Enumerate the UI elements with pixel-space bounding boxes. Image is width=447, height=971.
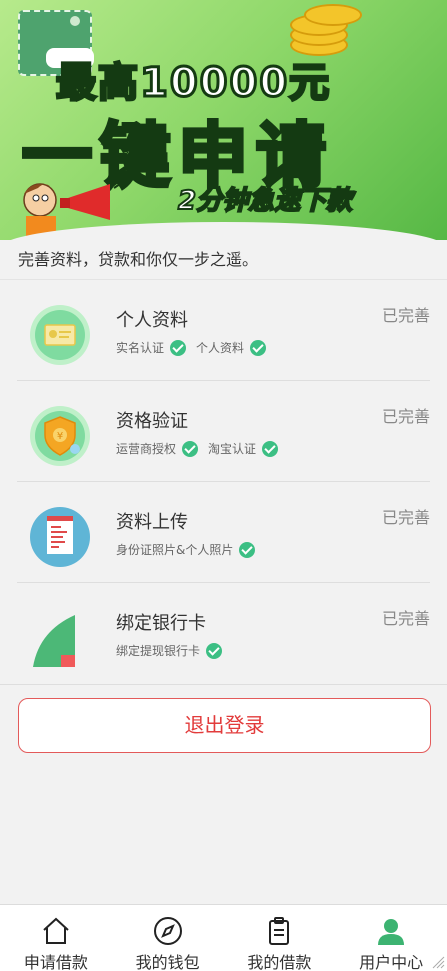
shield-yuan-icon: ¥ — [30, 406, 90, 466]
step-row-qualification[interactable]: ¥ 资格验证 运营商授权 淘宝认证 已完善 — [17, 381, 430, 482]
step-status: 已完善 — [381, 407, 430, 426]
tab-label: 我的借款 — [247, 953, 312, 971]
logout-button[interactable]: 退出登录 — [18, 698, 431, 753]
user-icon — [378, 919, 405, 945]
check-icon — [262, 440, 279, 457]
step-status: 已完善 — [381, 609, 430, 628]
profile-hint-text: 完善资料，贷款和你仅一步之遥。 — [0, 240, 447, 280]
step-tag-label: 运营商授权 — [116, 442, 177, 456]
tab-apply-loan[interactable]: 申请借款 — [0, 905, 112, 971]
step-status: 已完善 — [381, 508, 430, 527]
step-tag-label: 绑定提现银行卡 — [116, 644, 201, 658]
bottom-tab-bar: 申请借款 我的钱包 我的借款 用户中心 — [0, 904, 447, 971]
profile-steps-list: 个人资料 实名认证 个人资料 已完善 ¥ 资格验证 运营商授权 淘宝认证 已完善 — [0, 280, 447, 684]
check-icon — [182, 440, 199, 457]
step-title: 资格验证 — [116, 411, 188, 432]
step-tag-label: 个人资料 — [196, 341, 245, 355]
step-status: 已完善 — [381, 306, 430, 325]
step-tag-label: 淘宝认证 — [208, 442, 257, 456]
banner-subline: 2分钟急速下款 — [177, 185, 353, 217]
resize-grip-icon[interactable] — [431, 955, 445, 969]
document-upload-icon — [30, 507, 90, 567]
home-icon — [43, 917, 69, 944]
check-icon — [239, 541, 256, 558]
check-icon — [170, 339, 187, 356]
tab-my-loans[interactable]: 我的借款 — [224, 905, 336, 971]
check-icon — [206, 642, 223, 659]
step-title: 资料上传 — [116, 512, 188, 533]
step-row-upload[interactable]: 资料上传 身份证照片&个人照片 已完善 — [17, 482, 430, 583]
tab-my-wallet[interactable]: 我的钱包 — [112, 905, 224, 971]
step-title: 绑定银行卡 — [116, 613, 206, 634]
bank-card-icon — [33, 615, 75, 667]
step-tag-label: 实名认证 — [116, 341, 165, 355]
list-divider — [0, 684, 447, 685]
id-card-icon — [30, 305, 90, 365]
step-tag-label: 身份证照片&个人照片 — [116, 543, 234, 557]
step-title: 个人资料 — [116, 310, 188, 331]
compass-icon — [153, 917, 182, 945]
tab-label: 申请借款 — [23, 953, 88, 971]
check-icon — [250, 339, 267, 356]
clipboard-icon — [269, 917, 290, 945]
step-row-bank-card[interactable]: 绑定银行卡 绑定提现银行卡 已完善 — [17, 583, 430, 684]
svg-text:¥: ¥ — [57, 431, 63, 442]
promo-banner[interactable]: 最高10000元 一键申请 2分钟急速下款 — [0, 0, 447, 240]
coin-stack-graphic — [286, 4, 362, 56]
step-row-personal-info[interactable]: 个人资料 实名认证 个人资料 已完善 — [17, 280, 430, 381]
tab-label: 我的钱包 — [135, 953, 200, 971]
